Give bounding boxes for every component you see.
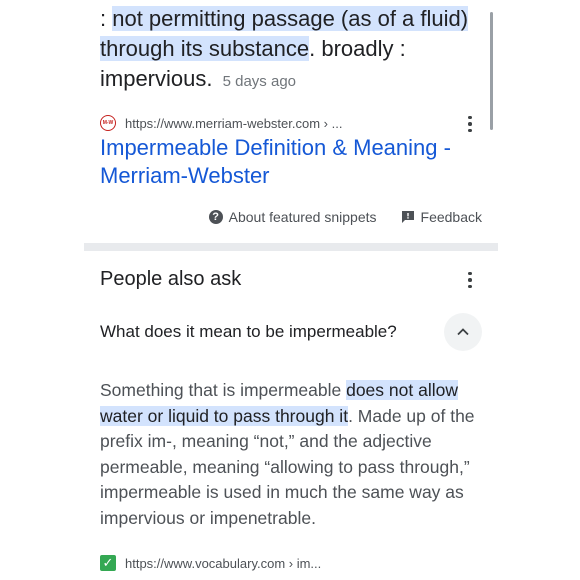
snippet-text: : not permitting passage (as of a fluid)… — [100, 0, 484, 97]
people-also-ask-title: People also ask — [100, 268, 242, 290]
about-featured-snippets-button[interactable]: ? About featured snippets — [208, 209, 377, 225]
snippet-source[interactable]: M-W https://www.merriam-webster.com › ..… — [100, 113, 480, 133]
featured-snippet: : not permitting passage (as of a fluid)… — [100, 0, 484, 97]
answer-source-url[interactable]: https://www.vocabulary.com › im... — [125, 556, 321, 571]
source-url[interactable]: https://www.merriam-webster.com › ... — [125, 116, 342, 131]
snippet-footer: ? About featured snippets Feedback — [208, 206, 482, 228]
paa-question: What does it mean to be impermeable? — [100, 322, 397, 341]
paa-more-options-icon[interactable] — [458, 268, 482, 292]
about-featured-snippets-label: About featured snippets — [228, 209, 377, 225]
question-icon: ? — [208, 210, 223, 224]
right-margin — [498, 0, 580, 580]
snippet-highlight: not permitting passage (as of a fluid) t… — [100, 6, 469, 61]
left-margin — [0, 0, 84, 580]
scrollbar[interactable] — [490, 12, 493, 130]
snippet-date: 5 days ago — [222, 73, 296, 90]
snippet-prefix: : — [100, 6, 113, 31]
paa-answer: Something that is impermeable does not a… — [100, 378, 484, 532]
paa-question-toggle[interactable]: What does it mean to be impermeable? — [100, 312, 482, 352]
answer-prefix: Something that is impermeable — [100, 380, 347, 400]
merriam-webster-favicon-icon: M-W — [100, 115, 116, 131]
result-title-link[interactable]: Impermeable Definition & Meaning - Merri… — [100, 134, 484, 190]
feedback-label: Feedback — [420, 209, 482, 225]
search-results-page: : not permitting passage (as of a fluid)… — [84, 0, 498, 580]
chevron-up-icon[interactable] — [444, 313, 482, 351]
feedback-button[interactable]: Feedback — [401, 209, 482, 225]
result-more-options-icon[interactable] — [458, 112, 482, 136]
feedback-icon — [401, 211, 414, 223]
check-icon: ✓ — [100, 555, 116, 571]
section-divider — [84, 243, 498, 251]
answer-source[interactable]: ✓ https://www.vocabulary.com › im... — [100, 552, 321, 574]
